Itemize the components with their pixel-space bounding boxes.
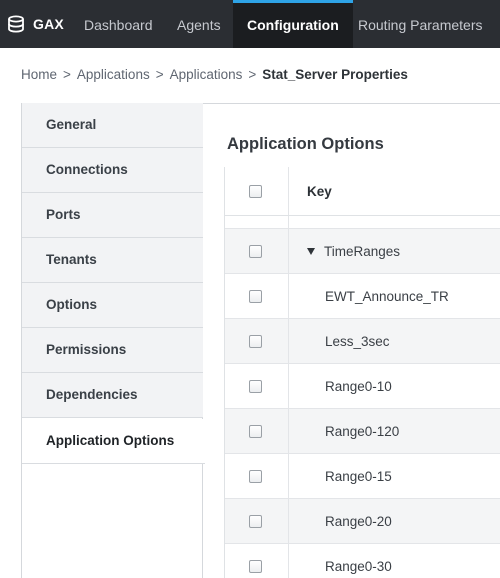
breadcrumb-separator: > [63, 67, 71, 82]
table-row-group[interactable]: TimeRanges [225, 229, 500, 274]
sidenav-item-application-options[interactable]: Application Options [22, 419, 205, 464]
sidenav-item-options[interactable]: Options [22, 283, 203, 328]
row-checkbox[interactable] [249, 245, 262, 258]
key-cell: Range0-30 [325, 558, 392, 574]
sidenav-item-dependencies[interactable]: Dependencies [22, 373, 203, 418]
top-navigation-bar: GAX Dashboard Agents Configuration Routi… [0, 0, 500, 48]
select-all-checkbox[interactable] [249, 185, 262, 198]
row-checkbox[interactable] [249, 470, 262, 483]
breadcrumb-current: Stat_Server Properties [262, 67, 408, 82]
row-checkbox[interactable] [249, 290, 262, 303]
group-label: TimeRanges [324, 243, 401, 259]
table-row[interactable]: Range0-20 [225, 499, 500, 544]
row-checkbox[interactable] [249, 515, 262, 528]
sidenav-item-ports[interactable]: Ports [22, 193, 203, 238]
breadcrumb-separator: > [248, 67, 257, 82]
key-cell: Range0-120 [325, 423, 400, 439]
key-cell: EWT_Announce_TR [325, 288, 449, 304]
nav-tab-dashboard[interactable]: Dashboard [84, 0, 153, 48]
breadcrumb-applications-folder[interactable]: Applications [170, 67, 243, 82]
table-row[interactable]: Less_3sec [225, 319, 500, 364]
nav-tab-agents[interactable]: Agents [177, 0, 221, 48]
group-key-cell: TimeRanges [307, 229, 400, 273]
table-header-row: Key [225, 167, 500, 216]
database-icon [6, 14, 26, 34]
caret-down-icon[interactable] [307, 247, 315, 255]
column-header-key[interactable]: Key [307, 167, 332, 215]
main-panel: Application Options Key TimeRanges EWT_A… [203, 103, 500, 578]
table-row[interactable]: Range0-120 [225, 409, 500, 454]
brand-label: GAX [33, 16, 64, 32]
breadcrumb: Home > Applications > Applications > Stat_Serv… [21, 67, 408, 82]
key-cell: Range0-15 [325, 468, 392, 484]
sidenav-item-tenants[interactable]: Tenants [22, 238, 203, 283]
row-checkbox[interactable] [249, 560, 262, 573]
sidenav-item-permissions[interactable]: Permissions [22, 328, 203, 373]
nav-tab-configuration[interactable]: Configuration [233, 0, 353, 48]
key-cell: Range0-10 [325, 378, 392, 394]
breadcrumb-home[interactable]: Home [21, 67, 57, 82]
table-row[interactable]: Range0-30 [225, 544, 500, 578]
sidenav-item-connections[interactable]: Connections [22, 148, 203, 193]
table-spacer-row [225, 216, 500, 229]
breadcrumb-applications[interactable]: Applications [77, 67, 150, 82]
key-cell: Range0-20 [325, 513, 392, 529]
nav-tab-routing-parameters[interactable]: Routing Parameters [358, 0, 483, 48]
options-table: Key TimeRanges EWT_Announce_TR Less_3sec… [224, 167, 500, 578]
select-cell [225, 167, 289, 215]
table-row[interactable]: Range0-10 [225, 364, 500, 409]
table-row[interactable]: Range0-15 [225, 454, 500, 499]
select-cell [225, 229, 289, 273]
row-checkbox[interactable] [249, 380, 262, 393]
key-cell: Less_3sec [325, 333, 390, 349]
properties-sidenav: General Connections Ports Tenants Option… [21, 103, 205, 578]
brand-logo[interactable]: GAX [6, 0, 64, 48]
row-checkbox[interactable] [249, 335, 262, 348]
table-row[interactable]: EWT_Announce_TR [225, 274, 500, 319]
page-title: Application Options [227, 135, 384, 153]
breadcrumb-separator: > [155, 67, 164, 82]
row-checkbox[interactable] [249, 425, 262, 438]
sidenav-item-general[interactable]: General [22, 103, 203, 148]
